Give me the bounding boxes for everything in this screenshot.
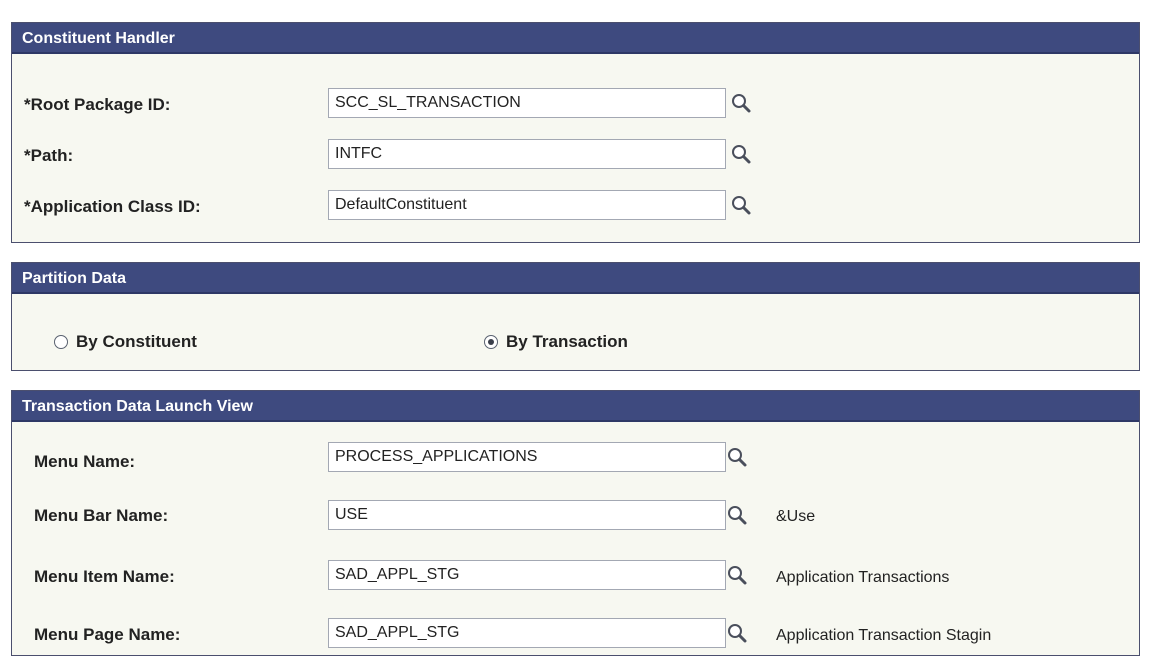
search-icon[interactable]	[726, 622, 748, 644]
path-label: *Path:	[24, 146, 74, 165]
path-row: *Path: INTFC	[12, 139, 1139, 171]
partition-data-panel: Partition Data By Constituent By Transac…	[11, 262, 1140, 371]
search-icon[interactable]	[730, 92, 752, 114]
page: Constituent Handler *Root Package ID: SC…	[0, 0, 1151, 664]
menu-bar-name-label: Menu Bar Name:	[34, 506, 169, 525]
constituent-handler-header: Constituent Handler	[12, 23, 1139, 54]
root-package-label: *Root Package ID:	[24, 95, 171, 114]
menu-bar-name-input[interactable]: USE	[328, 500, 726, 530]
menu-page-description: Application Transaction Stagin	[776, 627, 992, 644]
search-icon[interactable]	[726, 446, 748, 468]
by-transaction-radio[interactable]	[484, 335, 498, 349]
by-constituent-option[interactable]: By Constituent	[54, 330, 197, 354]
application-class-label: *Application Class ID:	[24, 197, 201, 216]
menu-name-row: Menu Name: PROCESS_APPLICATIONS	[12, 442, 1139, 474]
search-icon[interactable]	[726, 504, 748, 526]
menu-page-name-input[interactable]: SAD_APPL_STG	[328, 618, 726, 648]
partition-data-header: Partition Data	[12, 263, 1139, 294]
root-package-input[interactable]: SCC_SL_TRANSACTION	[328, 88, 726, 118]
menu-bar-description: &Use	[776, 508, 816, 525]
application-class-input[interactable]: DefaultConstituent	[328, 190, 726, 220]
root-package-row: *Root Package ID: SCC_SL_TRANSACTION	[12, 88, 1139, 120]
launch-view-panel: Transaction Data Launch View Menu Name: …	[11, 390, 1140, 656]
application-class-row: *Application Class ID: DefaultConstituen…	[12, 190, 1139, 222]
by-transaction-option[interactable]: By Transaction	[484, 330, 628, 354]
menu-bar-name-row: Menu Bar Name: USE &Use	[12, 500, 1139, 532]
menu-item-name-input[interactable]: SAD_APPL_STG	[328, 560, 726, 590]
search-icon[interactable]	[730, 194, 752, 216]
menu-page-name-label: Menu Page Name:	[34, 625, 181, 644]
menu-item-name-label: Menu Item Name:	[34, 567, 175, 586]
constituent-handler-panel: Constituent Handler *Root Package ID: SC…	[11, 22, 1140, 243]
menu-page-name-row: Menu Page Name: SAD_APPL_STG Application…	[12, 618, 1139, 650]
menu-item-description: Application Transactions	[776, 569, 950, 586]
by-transaction-label: By Transaction	[506, 332, 628, 351]
search-icon[interactable]	[730, 143, 752, 165]
menu-name-input[interactable]: PROCESS_APPLICATIONS	[328, 442, 726, 472]
menu-name-label: Menu Name:	[34, 452, 136, 471]
search-icon[interactable]	[726, 564, 748, 586]
by-constituent-label: By Constituent	[76, 332, 197, 351]
menu-item-name-row: Menu Item Name: SAD_APPL_STG Application…	[12, 560, 1139, 592]
launch-view-header: Transaction Data Launch View	[12, 391, 1139, 422]
path-input[interactable]: INTFC	[328, 139, 726, 169]
by-constituent-radio[interactable]	[54, 335, 68, 349]
